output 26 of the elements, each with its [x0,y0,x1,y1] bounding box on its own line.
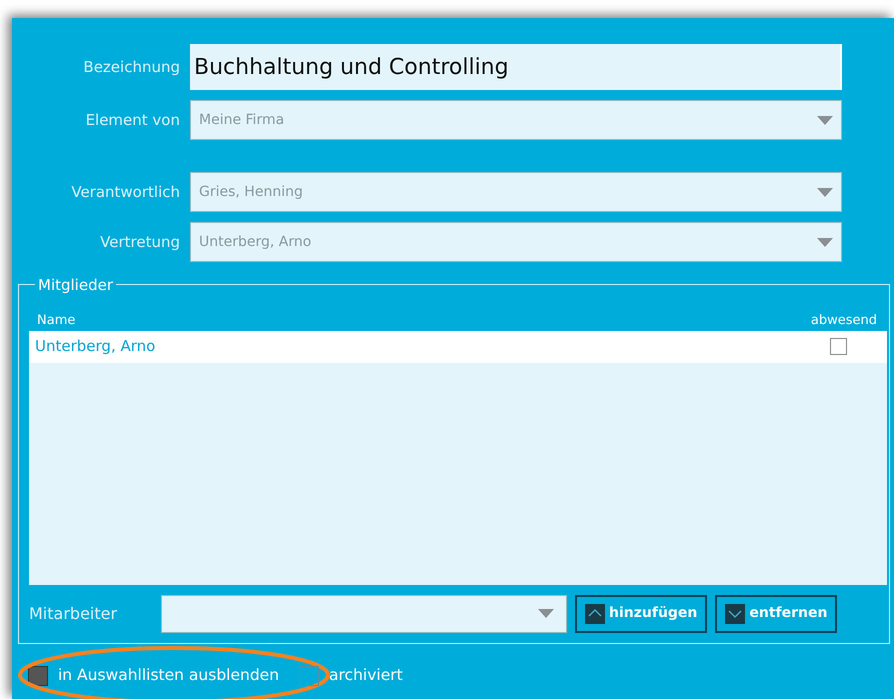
dropdown-arrow-icon[interactable] [817,238,833,246]
dropdown-arrow-icon[interactable] [538,609,554,618]
column-header: Name [37,312,76,330]
action-button[interactable]: hinzufügen [575,594,708,632]
dropdown-arrow-icon[interactable] [817,188,833,196]
list-row[interactable]: Unterberg, Arno [29,330,887,362]
chevron-up-icon [585,604,605,624]
employee-dropdown[interactable] [161,594,567,632]
checkbox-label: archiviert [329,665,403,686]
action-button[interactable]: entfernen [715,594,838,632]
checkbox-label: in Auswahllisten ausblenden [58,665,280,686]
field-label: Bezeichnung [82,56,181,78]
field-label: Vertretung [99,232,181,253]
dropdown-field[interactable]: Meine Firma [190,100,842,140]
checkbox[interactable] [28,666,48,686]
dropdown-arrow-icon[interactable] [817,116,833,124]
chevron-down-icon [725,604,746,624]
dropdown-field[interactable]: Gries, Henning [190,172,842,212]
absent-checkbox[interactable] [830,338,847,355]
column-header: abwesend [810,312,877,330]
field-label: Verantwortlich [70,182,181,203]
checkbox[interactable] [299,666,320,686]
field-label: Element von [84,110,181,131]
field-label: Mitarbeiter [29,602,118,624]
dropdown-field[interactable]: Unterberg, Arno [190,222,842,262]
name-input[interactable]: Buchhaltung und Controlling [190,44,842,90]
